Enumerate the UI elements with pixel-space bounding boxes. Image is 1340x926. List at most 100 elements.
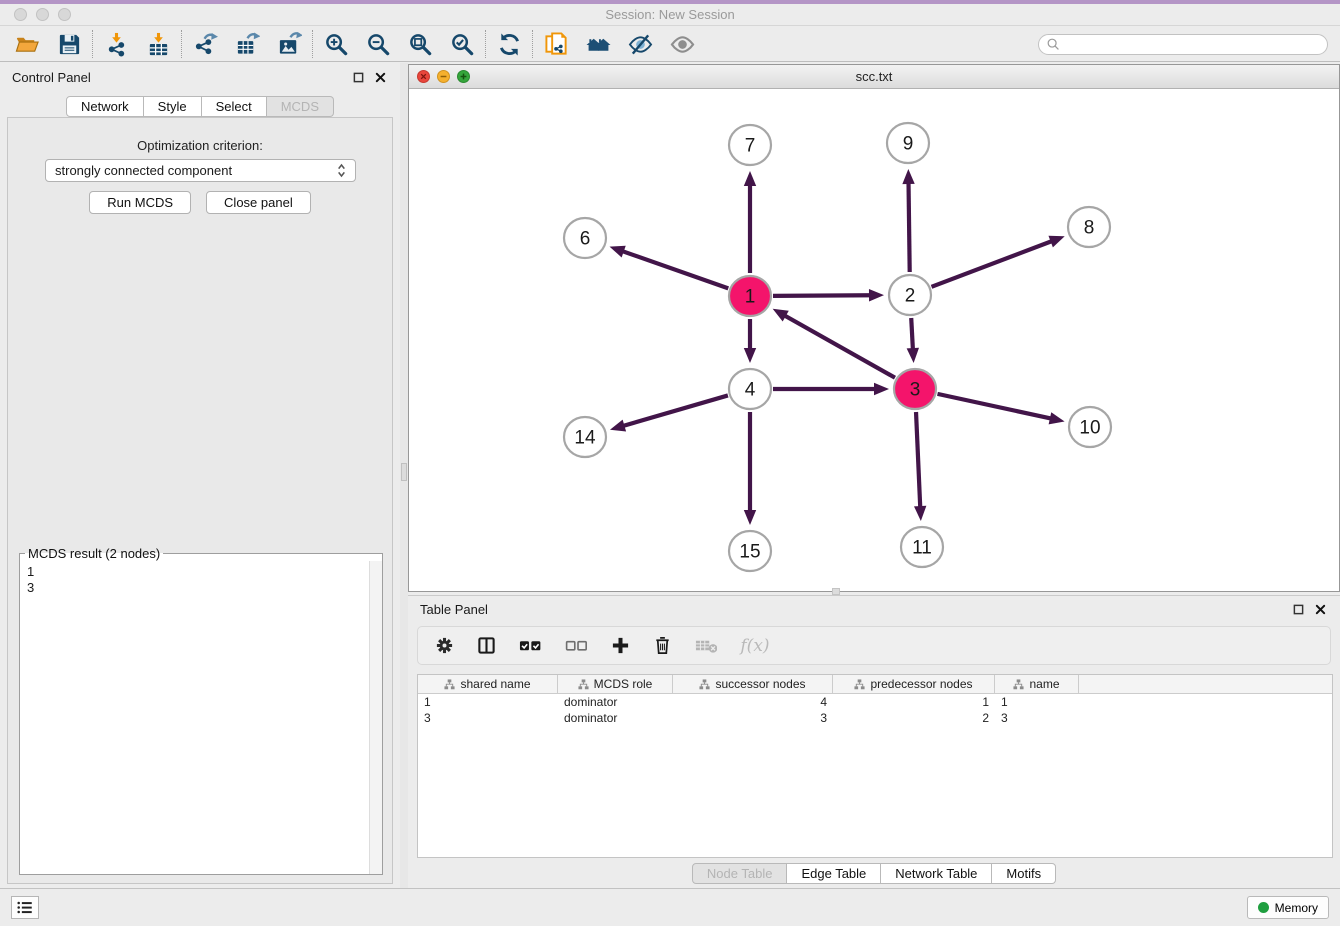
edge-2-3[interactable] bbox=[907, 318, 919, 363]
column-header-successor-nodes[interactable]: successor nodes bbox=[673, 675, 833, 693]
edge-3-11[interactable] bbox=[914, 412, 926, 521]
graph-node-15[interactable]: 15 bbox=[729, 531, 771, 571]
select-all-icon[interactable] bbox=[519, 633, 542, 659]
edge-4-14[interactable] bbox=[610, 395, 728, 431]
graph-node-14[interactable]: 14 bbox=[564, 417, 606, 457]
network-window-titlebar[interactable]: scc.txt bbox=[409, 65, 1339, 89]
open-file-icon[interactable] bbox=[6, 29, 48, 60]
graph-node-9[interactable]: 9 bbox=[887, 123, 929, 163]
table-cell[interactable]: 4 bbox=[673, 694, 833, 710]
tab-edge-table[interactable]: Edge Table bbox=[787, 863, 881, 884]
float-panel-icon[interactable] bbox=[350, 69, 366, 85]
graph-node-6[interactable]: 6 bbox=[564, 218, 606, 258]
graph-node-4[interactable]: 4 bbox=[729, 369, 771, 409]
table-row[interactable]: 3dominator323 bbox=[418, 710, 1332, 726]
edge-1-6[interactable] bbox=[610, 246, 729, 289]
edge-1-2[interactable] bbox=[773, 289, 884, 301]
table-cell[interactable]: 1 bbox=[418, 694, 558, 710]
tab-mcds[interactable]: MCDS bbox=[267, 96, 334, 117]
graph-node-7[interactable]: 7 bbox=[729, 125, 771, 165]
table-cell[interactable]: 1 bbox=[833, 694, 995, 710]
graph-node-11[interactable]: 11 bbox=[901, 527, 943, 567]
close-panel-button[interactable]: Close panel bbox=[206, 191, 311, 214]
hide-selected-icon[interactable] bbox=[619, 29, 661, 60]
table-cell[interactable]: dominator bbox=[558, 710, 673, 726]
column-view-icon[interactable] bbox=[477, 633, 496, 659]
app-title: Session: New Session bbox=[0, 7, 1340, 22]
edge-3-1[interactable] bbox=[773, 309, 895, 378]
zoom-selected-icon[interactable] bbox=[441, 29, 483, 60]
horizontal-divider-handle[interactable] bbox=[832, 588, 840, 595]
apply-layout-icon[interactable] bbox=[488, 29, 530, 60]
table-row[interactable]: 1dominator411 bbox=[418, 694, 1332, 710]
edge-2-8[interactable] bbox=[932, 236, 1065, 287]
table-cell[interactable]: 2 bbox=[833, 710, 995, 726]
float-table-panel-icon[interactable] bbox=[1290, 601, 1306, 617]
column-header-predecessor-nodes[interactable]: predecessor nodes bbox=[833, 675, 995, 693]
graph-node-1[interactable]: 1 bbox=[729, 276, 771, 316]
zoom-in-icon[interactable] bbox=[315, 29, 357, 60]
first-neighbors-icon[interactable] bbox=[577, 29, 619, 60]
graph-node-10[interactable]: 10 bbox=[1069, 407, 1111, 447]
edge-4-15[interactable] bbox=[744, 412, 756, 525]
zoom-fit-icon[interactable] bbox=[399, 29, 441, 60]
import-network-icon[interactable] bbox=[95, 29, 137, 60]
search-input[interactable] bbox=[1064, 37, 1320, 51]
edge-4-3[interactable] bbox=[773, 383, 889, 395]
table-cell[interactable]: dominator bbox=[558, 694, 673, 710]
run-mcds-button[interactable]: Run MCDS bbox=[89, 191, 191, 214]
mcds-result-scrollbar[interactable] bbox=[369, 561, 382, 874]
column-header-name[interactable]: name bbox=[995, 675, 1079, 693]
edge-2-9[interactable] bbox=[902, 169, 914, 272]
export-table-icon[interactable] bbox=[226, 29, 268, 60]
tab-select[interactable]: Select bbox=[202, 96, 267, 117]
graph-node-3[interactable]: 3 bbox=[894, 369, 936, 409]
column-header-shared-name[interactable]: shared name bbox=[418, 675, 558, 693]
toolbar-separator bbox=[485, 30, 486, 58]
table-cell[interactable]: 3 bbox=[995, 710, 1079, 726]
graph-node-8[interactable]: 8 bbox=[1068, 207, 1110, 247]
save-session-icon[interactable] bbox=[48, 29, 90, 60]
edge-1-7[interactable] bbox=[744, 171, 756, 273]
close-table-panel-icon[interactable] bbox=[1312, 601, 1328, 617]
export-image-icon[interactable] bbox=[268, 29, 310, 60]
column-header-mcds-role[interactable]: MCDS role bbox=[558, 675, 673, 693]
search-box[interactable] bbox=[1038, 34, 1328, 55]
select-chevrons-icon bbox=[337, 162, 346, 179]
tab-node-table[interactable]: Node Table bbox=[692, 863, 788, 884]
zoom-out-icon[interactable] bbox=[357, 29, 399, 60]
tab-network-table[interactable]: Network Table bbox=[881, 863, 992, 884]
table-cell[interactable]: 3 bbox=[673, 710, 833, 726]
mcds-result-item[interactable]: 1 bbox=[27, 564, 368, 580]
close-panel-icon[interactable] bbox=[372, 69, 388, 85]
status-bar: Memory bbox=[0, 888, 1340, 926]
export-network-icon[interactable] bbox=[184, 29, 226, 60]
vertical-split-divider[interactable] bbox=[400, 63, 408, 888]
add-row-icon[interactable] bbox=[611, 633, 630, 659]
network-canvas[interactable]: 7 9 6 8 1 2 4 3 14 10 15 11 bbox=[409, 89, 1339, 591]
show-all-icon[interactable] bbox=[661, 29, 703, 60]
delete-row-icon[interactable] bbox=[653, 633, 672, 659]
svg-text:15: 15 bbox=[739, 542, 760, 563]
table-cell[interactable]: 1 bbox=[995, 694, 1079, 710]
edge-3-10[interactable] bbox=[937, 394, 1064, 424]
task-history-button[interactable] bbox=[11, 896, 39, 919]
toolbar-separator bbox=[312, 30, 313, 58]
edge-1-4[interactable] bbox=[744, 319, 756, 363]
criterion-select[interactable]: strongly connected component bbox=[45, 159, 356, 182]
new-network-from-selection-icon[interactable] bbox=[535, 29, 577, 60]
import-table-icon[interactable] bbox=[137, 29, 179, 60]
graph-node-2[interactable]: 2 bbox=[889, 275, 931, 315]
tab-network[interactable]: Network bbox=[66, 96, 144, 117]
mcds-result-item[interactable]: 3 bbox=[27, 580, 368, 596]
table-tabs: Node TableEdge TableNetwork TableMotifs bbox=[408, 863, 1340, 884]
tab-motifs[interactable]: Motifs bbox=[992, 863, 1056, 884]
deselect-all-icon[interactable] bbox=[565, 633, 588, 659]
memory-button[interactable]: Memory bbox=[1247, 896, 1329, 919]
divider-handle[interactable] bbox=[401, 463, 407, 481]
mcds-result-list[interactable]: 13 bbox=[20, 561, 368, 874]
table-cell[interactable]: 3 bbox=[418, 710, 558, 726]
tab-style[interactable]: Style bbox=[144, 96, 202, 117]
settings-gear-icon[interactable] bbox=[435, 633, 454, 659]
network-graph[interactable]: 7 9 6 8 1 2 4 3 14 10 15 11 bbox=[409, 89, 1339, 591]
